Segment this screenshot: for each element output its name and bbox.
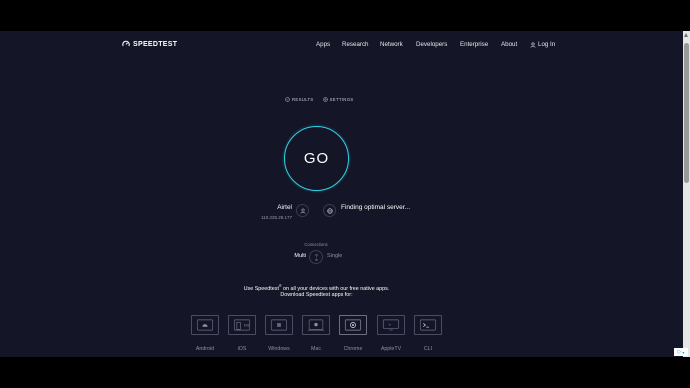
scroll-up-arrow-icon[interactable]: [684, 33, 688, 37]
connections-label: Connections: [304, 242, 328, 247]
gear-icon: [322, 97, 328, 102]
app-cli[interactable]: [414, 315, 442, 335]
promo-line1-suffix: on all your devices with our free native…: [281, 285, 390, 292]
app-label-ios[interactable]: iOS: [222, 346, 262, 352]
appletv-icon: tv: [382, 319, 400, 331]
ad-play-icon: ▷: [677, 349, 682, 355]
nav-research[interactable]: Research: [342, 41, 368, 48]
app-label-appletv[interactable]: AppleTV: [371, 346, 411, 352]
ios-icon: iOS: [233, 319, 250, 331]
nav-network[interactable]: Network: [380, 41, 403, 48]
isp-name: Airtel: [277, 204, 292, 211]
promo-line1-prefix: Use Speedtest: [243, 285, 279, 292]
tab-settings[interactable]: SETTINGS: [322, 97, 354, 102]
speedtest-page: SPEEDTEST Apps Research Network Develope…: [0, 31, 683, 357]
nav-developers[interactable]: Developers: [416, 41, 447, 48]
tab-results[interactable]: RESULTS: [285, 97, 314, 102]
logo-text: SPEEDTEST: [133, 40, 178, 48]
mac-icon: [307, 319, 325, 331]
app-appletv[interactable]: tv: [377, 315, 405, 335]
user-icon: [530, 41, 536, 48]
connections-multi[interactable]: Multi: [286, 253, 306, 259]
go-label: GO: [303, 150, 330, 167]
speedometer-icon: [122, 40, 130, 47]
app-mac[interactable]: [302, 315, 330, 335]
apps-promo-line2: Download Speedtest apps for:: [280, 292, 353, 298]
server-globe-button[interactable]: [323, 204, 336, 217]
ad-choices-badge[interactable]: ▷ ▾: [674, 348, 688, 356]
app-chrome[interactable]: [339, 315, 367, 335]
arrows-icon: [314, 253, 318, 261]
scroll-thumb[interactable]: [684, 43, 689, 183]
tab-settings-label: SETTINGS: [329, 97, 354, 102]
nav-about[interactable]: About: [501, 41, 517, 48]
connections-toggle[interactable]: [309, 250, 323, 264]
result-tabs: RESULTS SETTINGS: [285, 97, 354, 102]
page-scrollbar[interactable]: [683, 31, 690, 357]
svg-text:iOS: iOS: [244, 324, 250, 328]
login-link[interactable]: Log In: [530, 41, 555, 48]
nav-apps[interactable]: Apps: [316, 41, 330, 48]
chrome-icon: [344, 319, 362, 331]
check-circle-icon: [285, 97, 290, 102]
server-status: Finding optimal server...: [341, 204, 411, 211]
user-icon: [300, 208, 305, 214]
android-icon: [196, 319, 214, 331]
isp-ip: 110.225.29.177: [261, 215, 292, 220]
login-label: Log In: [538, 41, 556, 48]
letterbox-bottom: [0, 357, 690, 388]
app-label-mac[interactable]: Mac: [296, 346, 336, 352]
app-label-cli[interactable]: CLI: [408, 346, 448, 352]
cli-icon: [419, 319, 437, 331]
app-windows[interactable]: [265, 315, 293, 335]
svg-text:tv: tv: [389, 323, 392, 327]
app-label-chrome[interactable]: Chrome: [333, 346, 373, 352]
globe-icon: [326, 207, 333, 214]
app-label-android[interactable]: Android: [185, 346, 225, 352]
apps-promo-line1: Use Speedtest® on all your devices with …: [0, 284, 633, 292]
tab-results-label: RESULTS: [292, 97, 314, 102]
speedtest-logo[interactable]: SPEEDTEST: [122, 40, 177, 48]
app-ios[interactable]: iOS: [228, 315, 256, 335]
letterbox-top: [0, 0, 690, 31]
go-button[interactable]: GO: [284, 126, 349, 191]
windows-icon: [270, 319, 288, 331]
nav-enterprise[interactable]: Enterprise: [460, 41, 488, 48]
app-label-windows[interactable]: Windows: [259, 346, 299, 352]
ad-close-icon: ▾: [682, 349, 685, 355]
app-android[interactable]: [191, 315, 219, 335]
connections-single[interactable]: Single: [327, 253, 342, 259]
isp-user-button[interactable]: [296, 204, 309, 217]
